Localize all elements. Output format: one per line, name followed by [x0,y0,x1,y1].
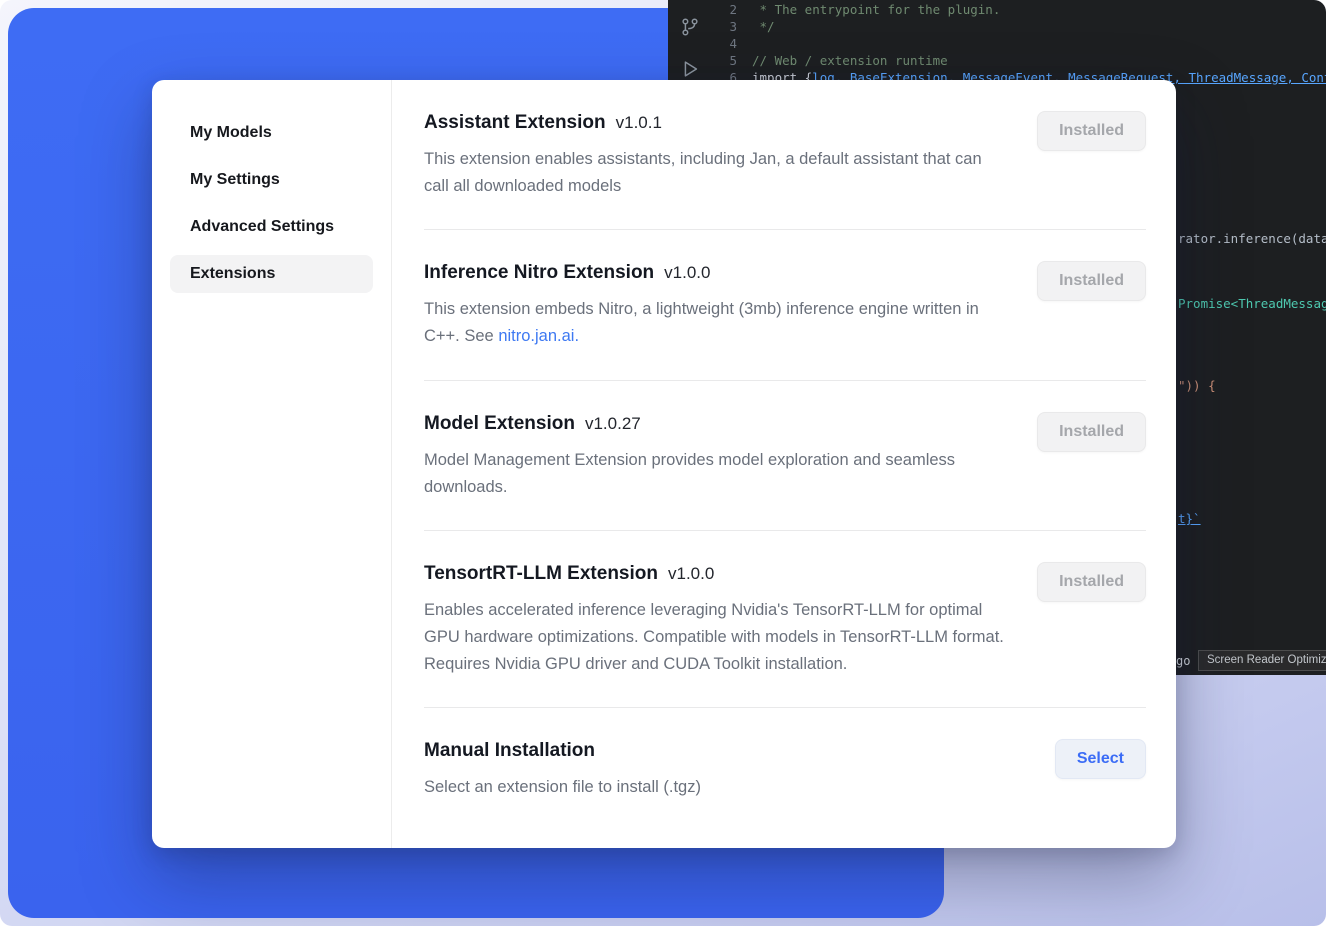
manual-installation-title: Manual Installation [424,738,701,765]
code-line: 2 * The entrypoint for the plugin. [720,1,1326,18]
extension-name: Model Extension [424,413,575,434]
extensions-list: Assistant Extension v1.0.1 This extension… [392,80,1176,848]
code-area: 2 * The entrypoint for the plugin. 3 */ … [720,1,1326,86]
sidebar-item-extensions[interactable]: Extensions [170,255,373,293]
installed-button[interactable]: Installed [1037,562,1146,602]
extension-description: This extension enables assistants, inclu… [424,146,1009,199]
nitro-jan-ai-link[interactable]: nitro.jan.ai. [498,327,579,345]
extension-description: Model Management Extension provides mode… [424,447,1009,500]
screen-reader-chip[interactable]: Screen Reader Optimize [1198,650,1326,671]
sidebar-item-my-settings[interactable]: My Settings [170,161,373,199]
manual-installation-row: Manual Installation Select an extension … [424,707,1146,831]
installed-button[interactable]: Installed [1037,261,1146,301]
extension-version: v1.0.27 [585,414,641,433]
code-line: 5// Web / extension runtime [720,52,1326,69]
code-fragment: rator.inference(data)); [1178,231,1326,246]
line-number: 5 [720,52,752,69]
code-text: * The entrypoint for the plugin. [752,1,1000,18]
settings-sidebar: My Models My Settings Advanced Settings … [152,80,392,848]
section-name: Manual Installation [424,740,595,761]
extension-title: Assistant Extension v1.0.1 [424,110,1009,137]
code-text: // Web / extension runtime [752,52,948,69]
sidebar-item-advanced-settings[interactable]: Advanced Settings [170,208,373,246]
code-line: 4 [720,35,1326,52]
status-text: go [1176,654,1190,668]
extension-name: Assistant Extension [424,112,606,133]
source-control-icon[interactable] [679,16,701,42]
manual-installation-description: Select an extension file to install (.tg… [424,774,701,801]
code-fragment: ")) { [1178,378,1326,393]
extension-name: Inference Nitro Extension [424,262,654,283]
settings-modal: My Models My Settings Advanced Settings … [152,80,1176,848]
installed-button[interactable]: Installed [1037,111,1146,151]
sidebar-item-my-models[interactable]: My Models [170,114,373,152]
code-fragment: t}` [1178,511,1326,526]
extension-title: Model Extension v1.0.27 [424,411,1009,438]
line-number: 3 [720,18,752,35]
extension-description: This extension embeds Nitro, a lightweig… [424,296,1009,349]
line-number: 4 [720,35,752,52]
extension-version: v1.0.0 [668,564,714,583]
extension-version: v1.0.1 [616,113,662,132]
extension-description: Enables accelerated inference leveraging… [424,597,1009,677]
screen: 2 * The entrypoint for the plugin. 3 */ … [0,0,1326,926]
extension-version: v1.0.0 [664,263,710,282]
installed-button[interactable]: Installed [1037,412,1146,452]
select-file-button[interactable]: Select [1055,739,1146,779]
line-number: 2 [720,1,752,18]
extension-title: TensortRT-LLM Extension v1.0.0 [424,561,1009,588]
code-text: */ [752,18,775,35]
extension-row: TensortRT-LLM Extension v1.0.0 Enables ac… [424,530,1146,707]
extension-row: Assistant Extension v1.0.1 This extension… [424,82,1146,229]
code-fragment: Promise<ThreadMessage> [1178,296,1326,311]
extension-row: Model Extension v1.0.27 Model Management … [424,380,1146,530]
code-line: 3 */ [720,18,1326,35]
extension-title: Inference Nitro Extension v1.0.0 [424,260,1009,287]
extension-row: Inference Nitro Extension v1.0.0 This ext… [424,229,1146,379]
extension-name: TensortRT-LLM Extension [424,563,658,584]
